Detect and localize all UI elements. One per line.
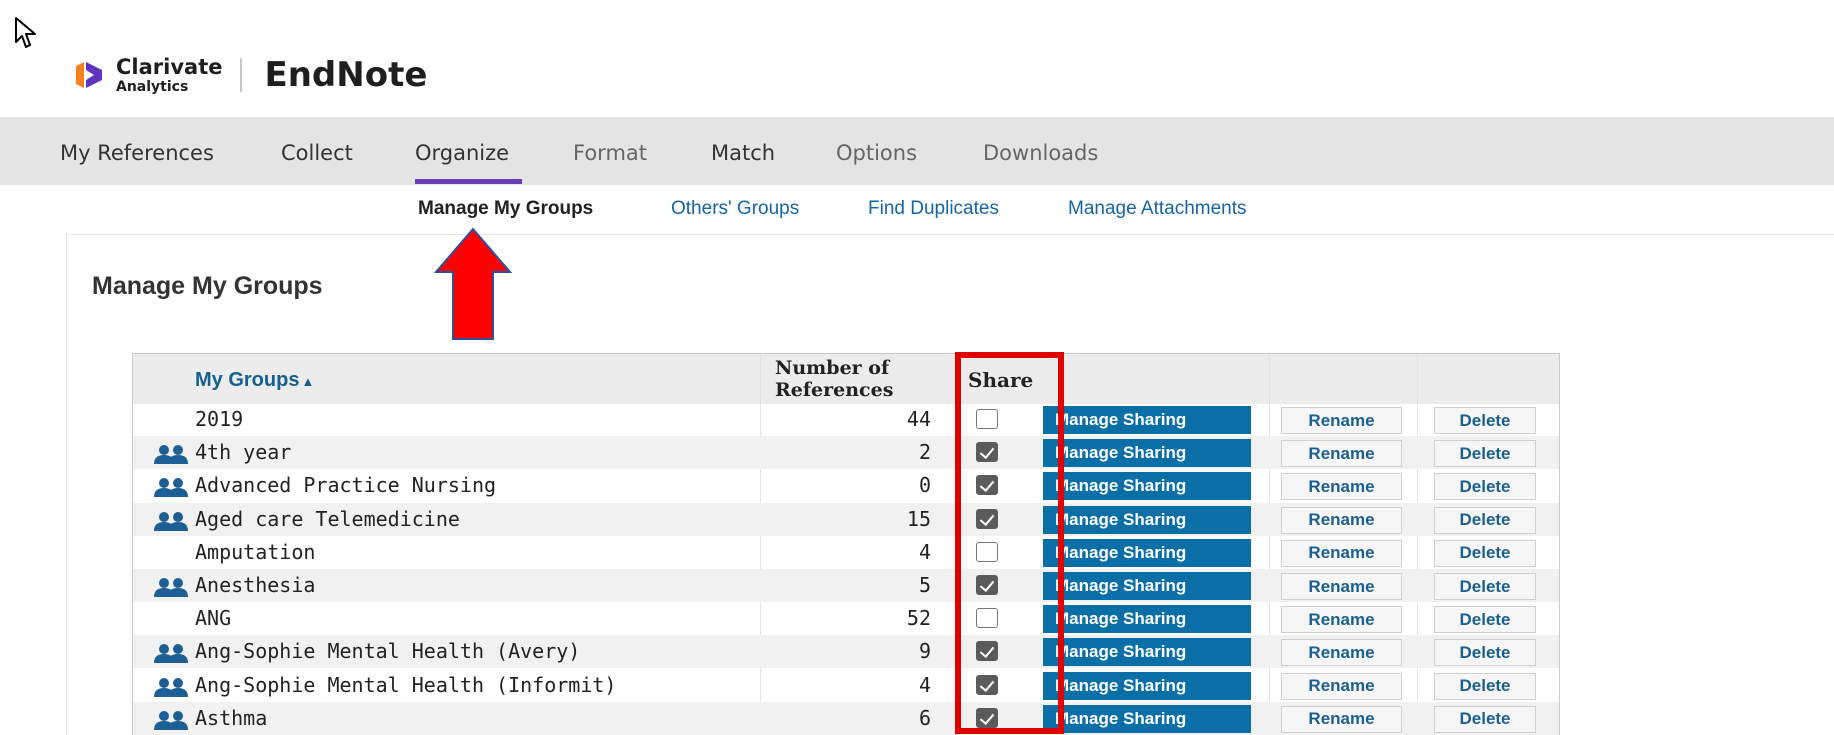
- delete-button[interactable]: Delete: [1434, 440, 1536, 468]
- manage-sharing-button[interactable]: Manage Sharing: [1043, 505, 1251, 534]
- table-row: Asthma 6 Manage Sharing Rename Delete: [133, 701, 1559, 735]
- group-name[interactable]: Anesthesia: [195, 573, 315, 597]
- nav-organize[interactable]: Organize: [415, 141, 509, 165]
- reference-count: 4: [918, 672, 931, 697]
- subnav-find-duplicates[interactable]: Find Duplicates: [868, 198, 999, 220]
- reference-count: 0: [918, 473, 931, 498]
- rename-button[interactable]: Rename: [1281, 440, 1402, 468]
- group-name[interactable]: Ang-Sophie Mental Health (Avery): [195, 639, 580, 663]
- group-name[interactable]: Asthma: [195, 706, 267, 730]
- delete-button[interactable]: Delete: [1434, 606, 1536, 634]
- delete-button[interactable]: Delete: [1434, 539, 1536, 567]
- users-icon: [154, 511, 188, 531]
- manage-sharing-button[interactable]: Manage Sharing: [1043, 704, 1251, 733]
- col-my-groups-label: My Groups: [195, 369, 300, 391]
- reference-count: 52: [906, 606, 931, 631]
- users-icon: [154, 478, 188, 498]
- mouse-pointer-icon: [15, 17, 36, 48]
- subnav-manage-my-groups[interactable]: Manage My Groups: [418, 198, 593, 220]
- product-name: EndNote: [264, 55, 428, 95]
- manage-sharing-button[interactable]: Manage Sharing: [1043, 439, 1251, 468]
- nav-my-references[interactable]: My References: [60, 141, 214, 165]
- users-icon: [154, 710, 188, 730]
- clarivate-logo-icon: [76, 62, 102, 88]
- rename-button[interactable]: Rename: [1281, 705, 1402, 733]
- manage-sharing-button[interactable]: Manage Sharing: [1043, 406, 1251, 434]
- rename-button[interactable]: Rename: [1281, 606, 1402, 634]
- rename-button[interactable]: Rename: [1281, 539, 1402, 567]
- brand-name: Clarivate: [116, 54, 223, 79]
- delete-button[interactable]: Delete: [1434, 639, 1536, 667]
- table-header: My Groups ▲ Number of References Share: [133, 354, 1559, 404]
- group-name[interactable]: Aged care Telemedicine: [195, 507, 460, 531]
- table-row: Ang-Sophie Mental Health (Avery) 9 Manage …: [133, 635, 1559, 669]
- reference-count: 6: [918, 705, 931, 730]
- app-header: Clarivate Analytics EndNote: [72, 50, 427, 100]
- table-row: Anesthesia 5 Manage Sharing Rename Delete: [133, 569, 1559, 602]
- manage-sharing-button[interactable]: Manage Sharing: [1043, 638, 1251, 667]
- manage-sharing-button[interactable]: Manage Sharing: [1043, 572, 1251, 600]
- table-row: Amputation 4 Manage Sharing Rename Delete: [133, 536, 1559, 569]
- nav-match[interactable]: Match: [711, 141, 775, 165]
- manage-sharing-button[interactable]: Manage Sharing: [1043, 605, 1251, 634]
- brand-sub: Analytics: [116, 78, 189, 95]
- col-number-line2: References: [775, 379, 894, 401]
- rename-button[interactable]: Rename: [1281, 506, 1402, 534]
- reference-count: 5: [918, 573, 931, 597]
- nav-active-indicator: [415, 179, 522, 184]
- manage-sharing-button[interactable]: Manage Sharing: [1043, 472, 1251, 501]
- nav-downloads[interactable]: Downloads: [983, 141, 1098, 165]
- reference-count: 15: [906, 506, 931, 531]
- table-row: Ang-Sophie Mental Health (Informit) 4 Mana…: [133, 669, 1559, 702]
- group-name[interactable]: 2019: [195, 407, 243, 431]
- delete-button[interactable]: Delete: [1434, 473, 1536, 501]
- delete-button[interactable]: Delete: [1434, 672, 1536, 700]
- delete-button[interactable]: Delete: [1434, 506, 1536, 534]
- group-name[interactable]: Ang-Sophie Mental Health (Informit): [195, 673, 616, 697]
- table-row: Advanced Practice Nursing 0 Manage Sharing…: [133, 469, 1559, 502]
- table-row: ANG 52 Manage Sharing Rename Delete: [133, 602, 1559, 635]
- group-name[interactable]: Amputation: [195, 540, 315, 564]
- users-icon: [154, 578, 188, 597]
- rename-button[interactable]: Rename: [1281, 407, 1402, 434]
- rename-button[interactable]: Rename: [1281, 672, 1402, 700]
- groups-table: My Groups ▲ Number of References Share 20…: [132, 353, 1560, 735]
- rename-button[interactable]: Rename: [1281, 573, 1402, 600]
- reference-count: 2: [918, 440, 931, 465]
- brand: Clarivate Analytics: [116, 54, 223, 95]
- share-column-highlight: [955, 352, 1064, 734]
- table-row: 4th year 2 Manage Sharing Rename Delete: [133, 436, 1559, 470]
- group-name[interactable]: 4th year: [195, 440, 291, 464]
- reference-count: 4: [918, 539, 931, 564]
- users-icon: [154, 445, 188, 465]
- rename-button[interactable]: Rename: [1281, 639, 1402, 667]
- group-name[interactable]: Advanced Practice Nursing: [195, 473, 496, 497]
- users-icon: [154, 677, 188, 697]
- delete-button[interactable]: Delete: [1434, 705, 1536, 733]
- nav-options[interactable]: Options: [836, 141, 917, 165]
- subnav-others-groups[interactable]: Others' Groups: [671, 198, 799, 220]
- reference-count: 44: [906, 407, 931, 431]
- manage-sharing-button[interactable]: Manage Sharing: [1043, 538, 1251, 567]
- rename-button[interactable]: Rename: [1281, 473, 1402, 501]
- red-up-arrow: [433, 227, 513, 340]
- sort-ascending-icon: ▲: [301, 374, 315, 389]
- reference-count: 9: [918, 639, 931, 664]
- logo-divider: [240, 58, 243, 92]
- col-number-line1: Number of: [775, 357, 890, 379]
- manage-sharing-button[interactable]: Manage Sharing: [1043, 671, 1251, 700]
- table-row: Aged care Telemedicine 15 Manage Sharing Re…: [133, 502, 1559, 536]
- sort-by-my-groups[interactable]: My Groups ▲: [195, 369, 314, 392]
- delete-button[interactable]: Delete: [1434, 407, 1536, 434]
- group-name[interactable]: ANG: [195, 606, 231, 630]
- nav-format[interactable]: Format: [573, 141, 647, 165]
- col-number-of-references: Number of References: [775, 357, 893, 401]
- subnav-manage-attachments[interactable]: Manage Attachments: [1068, 198, 1247, 220]
- users-icon: [154, 644, 188, 664]
- delete-button[interactable]: Delete: [1434, 573, 1536, 600]
- table-row: 2019 44 Manage Sharing Rename Delete: [133, 403, 1559, 436]
- nav-collect[interactable]: Collect: [281, 141, 353, 165]
- main-nav: My References Collect Organize Format Ma…: [0, 117, 1834, 185]
- page-title: Manage My Groups: [92, 272, 323, 300]
